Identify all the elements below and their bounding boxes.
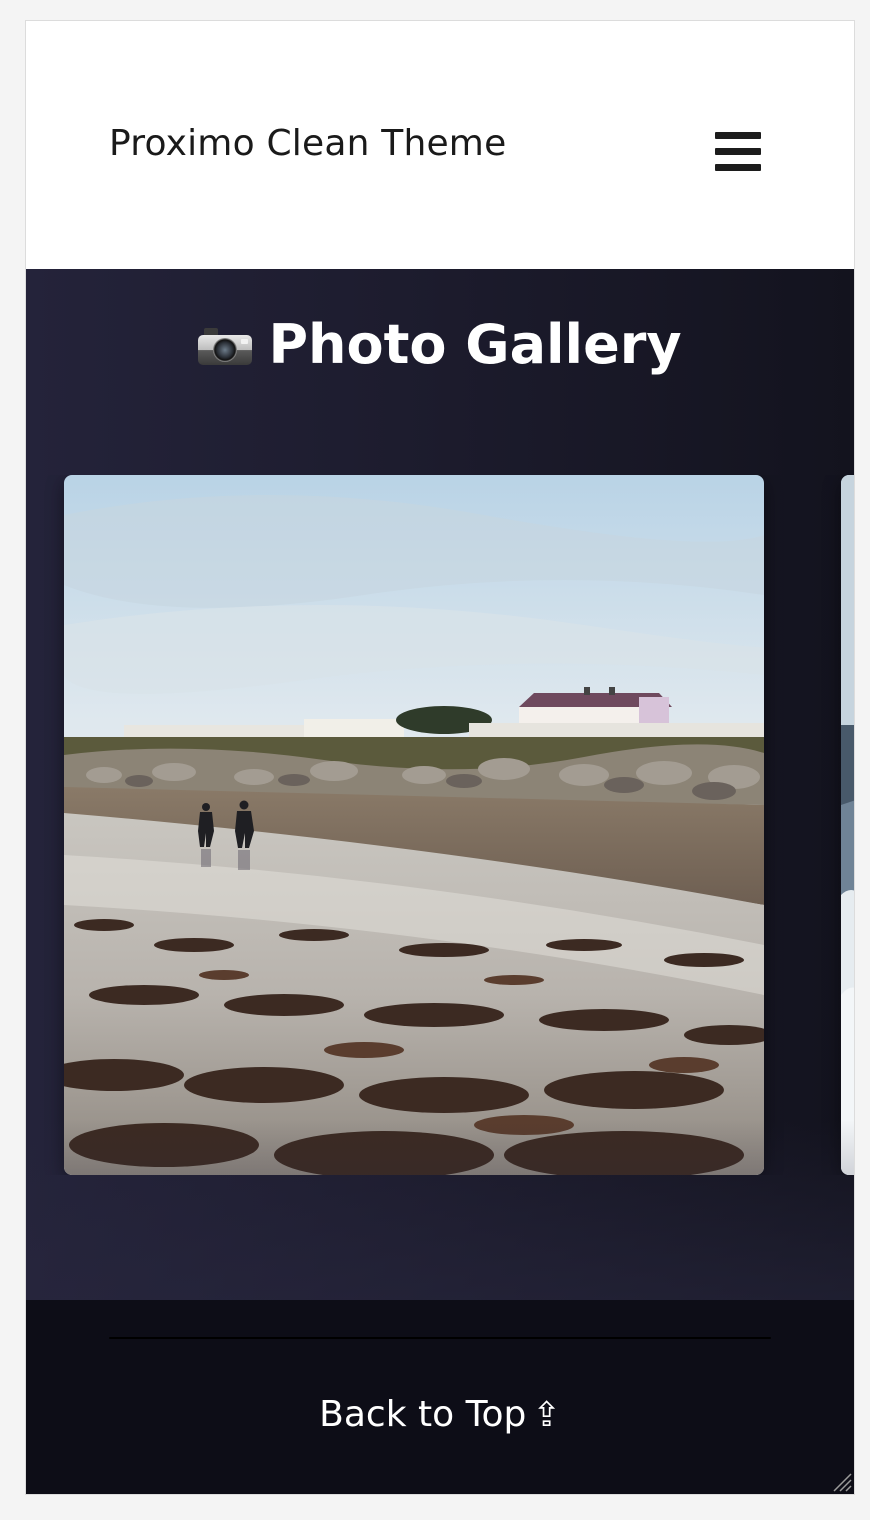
gallery-heading: Photo Gallery (26, 313, 854, 376)
site-title[interactable]: Proximo Clean Theme (109, 123, 506, 164)
site-header: Proximo Clean Theme (26, 21, 854, 269)
gallery-photo-beach[interactable] (64, 475, 764, 1175)
page-frame: Proximo Clean Theme Photo Gallery Back t… (25, 20, 855, 1495)
sea-waves-photo (841, 475, 854, 1175)
photo-gallery-section: Photo Gallery (26, 269, 854, 1300)
resize-grip-icon[interactable] (830, 1470, 852, 1492)
gallery-heading-text: Photo Gallery (268, 313, 682, 376)
gallery-carousel[interactable] (26, 475, 854, 1175)
back-to-top-label: Back to Top (319, 1394, 527, 1435)
site-footer: Back to Top ⇪ (26, 1300, 854, 1494)
gallery-photo-sea[interactable] (841, 475, 854, 1175)
back-to-top-link[interactable]: Back to Top ⇪ (26, 1394, 854, 1435)
footer-divider (109, 1337, 771, 1339)
up-arrow-icon: ⇪ (532, 1395, 561, 1435)
camera-icon (198, 327, 253, 365)
hamburger-menu-icon[interactable] (715, 132, 761, 172)
beach-seaweed-photo (64, 475, 764, 1175)
